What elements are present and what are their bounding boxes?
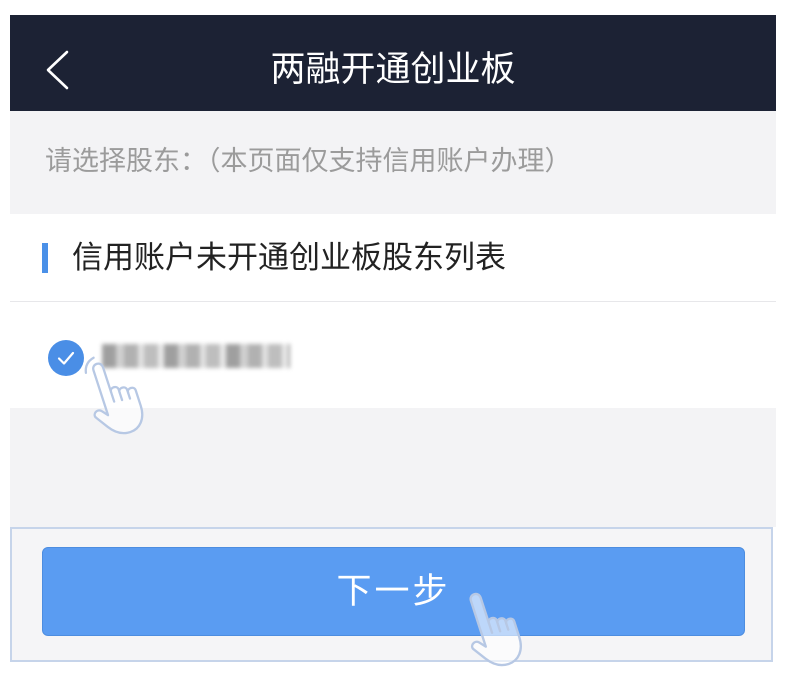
notice-section: 请选择股东：（本页面仅支持信用账户办理） xyxy=(10,111,776,214)
next-step-button[interactable]: 下一步 xyxy=(42,547,745,636)
section-indicator-bar xyxy=(42,243,48,273)
notice-text: 请选择股东：（本页面仅支持信用账户办理） xyxy=(45,146,572,176)
shareholder-row[interactable] xyxy=(10,302,776,408)
shareholder-list-title: 信用账户未开通创业板股东列表 xyxy=(72,240,506,275)
check-circle-icon[interactable] xyxy=(48,340,84,376)
footer-highlight-box: 下一步 xyxy=(10,527,773,662)
page-title: 两融开通创业板 xyxy=(270,50,516,89)
account-number-redacted xyxy=(102,344,290,368)
empty-area xyxy=(10,408,776,527)
nav-header: 两融开通创业板 xyxy=(10,15,776,111)
chevron-left-icon[interactable] xyxy=(43,49,71,91)
shareholder-list-header: 信用账户未开通创业板股东列表 xyxy=(10,214,776,301)
back-button[interactable] xyxy=(43,49,71,91)
